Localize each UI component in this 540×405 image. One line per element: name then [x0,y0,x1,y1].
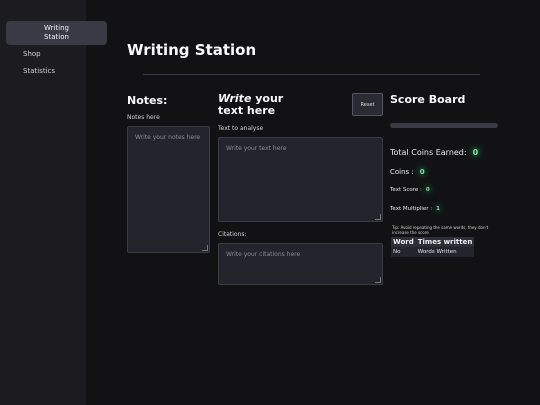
reset-button[interactable]: Reset [352,93,383,116]
coins-value: 0 [419,168,425,176]
coins-stat: Coins : 0 [390,168,425,176]
sidebar-item-label: Writing Station [44,24,69,41]
writer-title: Write your text here [218,93,298,117]
multiplier-stat: Text Multiplier :1 [390,206,440,212]
resize-handle-icon[interactable] [202,245,208,251]
text-placeholder: Write your text here [226,145,287,152]
scoreboard-title: Score Board [390,93,466,106]
table-header-row: Word Times written [391,237,475,247]
score-progress-bar [390,123,498,128]
notes-textarea[interactable]: Write your notes here [127,126,210,253]
notes-placeholder: Write your notes here [135,134,201,141]
total-coins-label: Total Coins Earned: [390,148,467,157]
citations-label: Citations: [218,231,247,238]
sidebar-item-label: Statistics [23,67,55,75]
text-score-stat: Text Score :0 [390,187,430,193]
sidebar-item-shop[interactable]: Shop [23,50,123,58]
citations-textarea[interactable]: Write your citations here [218,243,383,285]
coins-label: Coins : [390,168,414,176]
citations-placeholder: Write your citations here [226,251,301,258]
divider [143,74,480,75]
text-score-value: 0 [425,187,430,193]
resize-handle-icon[interactable] [375,214,381,220]
multiplier-value: 1 [436,206,440,212]
page-title: Writing Station [127,41,257,59]
table-cell: Words Written [415,247,475,257]
notes-title: Notes: [127,94,168,107]
sidebar-item-label: Shop [23,50,41,58]
multiplier-label: Text Multiplier : [390,206,433,212]
text-textarea[interactable]: Write your text here [218,137,383,222]
text-score-label: Text Score : [390,187,422,193]
table-row: No Words Written [391,247,475,257]
table-cell: No [391,247,416,257]
sidebar-item-writing-station[interactable]: Writing Station [6,21,107,45]
notes-label: Notes here [127,114,160,121]
sidebar: Writing Station Shop Statistics [0,0,107,405]
table-header-word: Word [391,237,416,247]
total-coins-value: 0 [472,148,479,157]
text-label: Text to analyse [218,125,264,132]
resize-handle-icon[interactable] [375,277,381,283]
sidebar-item-statistics[interactable]: Statistics [23,67,123,75]
total-coins-stat: Total Coins Earned: 0 [390,148,478,157]
words-table: Word Times written No Words Written [391,237,475,257]
table-header-times: Times written [415,237,475,247]
tip-text: Tip: Avoid repeating the same words, the… [392,225,489,235]
